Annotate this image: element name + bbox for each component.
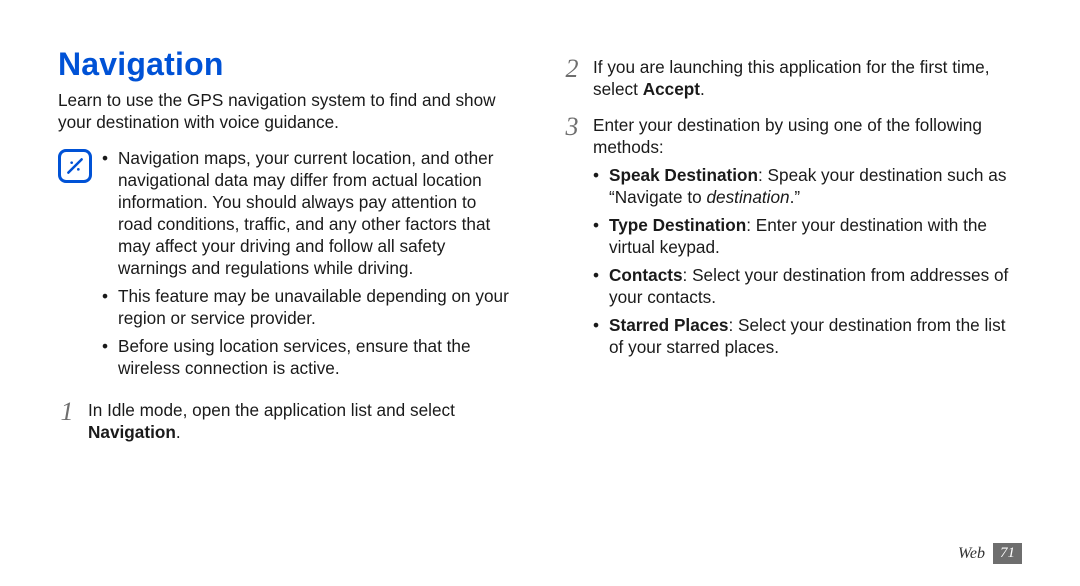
step-number: 2 (563, 56, 581, 100)
method-text: .” (790, 187, 801, 207)
note-icon (58, 149, 92, 183)
note-list: Navigation maps, your current location, … (102, 147, 513, 385)
step-body: If you are launching this application fo… (593, 56, 1018, 100)
method-bold: Starred Places (609, 315, 728, 335)
note-item: Navigation maps, your current location, … (102, 147, 513, 279)
step-body: Enter your destination by using one of t… (593, 114, 1018, 364)
method-item: Type Destination: Enter your destination… (593, 214, 1018, 258)
step-text: Enter your destination by using one of t… (593, 115, 982, 157)
section-title: Navigation (58, 46, 513, 83)
note-block: Navigation maps, your current location, … (58, 147, 513, 385)
step-bold: Accept (643, 79, 700, 99)
manual-page: Navigation Learn to use the GPS navigati… (0, 0, 1080, 586)
note-item: This feature may be unavailable dependin… (102, 285, 513, 329)
step-bold: Navigation (88, 422, 176, 442)
step-number: 1 (58, 399, 76, 443)
method-item: Contacts: Select your destination from a… (593, 264, 1018, 308)
right-column: 2 If you are launching this application … (563, 46, 1018, 546)
method-item: Speak Destination: Speak your destinatio… (593, 164, 1018, 208)
method-list: Speak Destination: Speak your destinatio… (593, 164, 1018, 358)
step-text: . (176, 422, 181, 442)
step-3: 3 Enter your destination by using one of… (563, 114, 1018, 364)
method-bold: Type Destination (609, 215, 746, 235)
step-number: 3 (563, 114, 581, 364)
step-text: In Idle mode, open the application list … (88, 400, 455, 420)
left-column: Navigation Learn to use the GPS navigati… (58, 46, 513, 546)
step-text: . (700, 79, 705, 99)
step-1: 1 In Idle mode, open the application lis… (58, 399, 513, 443)
intro-text: Learn to use the GPS navigation system t… (58, 89, 513, 133)
step-body: In Idle mode, open the application list … (88, 399, 513, 443)
method-bold: Speak Destination (609, 165, 758, 185)
method-ital: destination (706, 187, 789, 207)
method-item: Starred Places: Select your destination … (593, 314, 1018, 358)
method-bold: Contacts (609, 265, 683, 285)
page-footer: Web 71 (958, 543, 1022, 564)
step-2: 2 If you are launching this application … (563, 56, 1018, 100)
footer-section-label: Web (958, 545, 985, 563)
note-item: Before using location services, ensure t… (102, 335, 513, 379)
footer-page-number: 71 (993, 543, 1022, 564)
